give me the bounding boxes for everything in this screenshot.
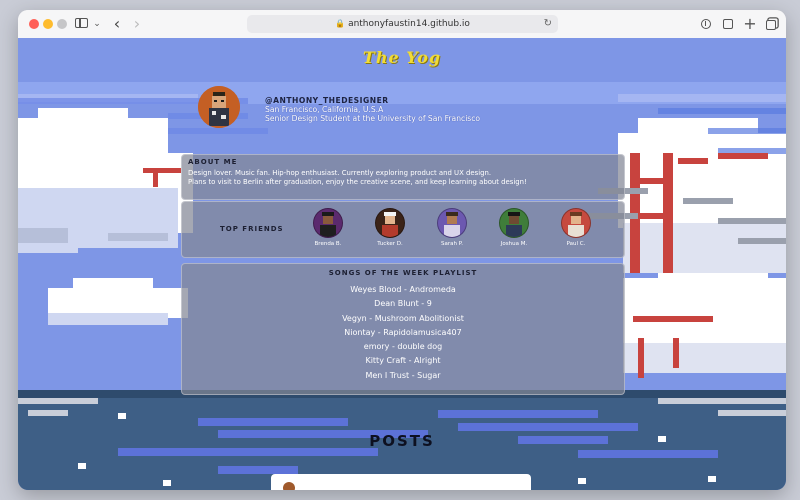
friend-avatar[interactable] (313, 208, 343, 238)
post-author-avatar (283, 482, 295, 490)
download-icon[interactable] (699, 15, 713, 33)
friend-avatar[interactable] (561, 208, 591, 238)
posts-title: POSTS (369, 432, 435, 450)
friend-card[interactable]: Sarah P. (432, 208, 472, 247)
sidebar-toggle-icon[interactable] (74, 15, 90, 33)
about-panel: ABOUT ME Design lover. Music fan. Hip-ho… (181, 154, 625, 200)
about-text: Design lover. Music fan. Hip-hop enthusi… (188, 169, 618, 187)
friend-avatar[interactable] (499, 208, 529, 238)
friend-name[interactable]: Brenda B. (308, 241, 348, 247)
forward-button[interactable]: › (130, 15, 144, 33)
share-icon[interactable] (721, 15, 735, 33)
playlist-song[interactable]: Men I Trust - Sugar (182, 369, 624, 383)
playlist-song[interactable]: emory - double dog (182, 340, 624, 354)
reload-icon[interactable]: ↻ (544, 15, 552, 33)
browser-toolbar: ⌄ ‹ › 🔒 anthonyfaustin14.github.io ↻ + (18, 10, 786, 39)
profile-location: San Francisco, California, U.S.A (265, 105, 384, 114)
site-title[interactable]: The Yog (18, 48, 786, 67)
chevron-down-icon[interactable]: ⌄ (92, 15, 102, 33)
new-tab-button[interactable]: + (743, 15, 757, 33)
friend-name[interactable]: Sarah P. (432, 241, 472, 247)
playlist-song[interactable]: Kitty Craft - Alright (182, 354, 624, 368)
address-bar[interactable]: 🔒 anthonyfaustin14.github.io ↻ (247, 15, 558, 33)
close-window-button[interactable] (29, 19, 39, 29)
friend-name[interactable]: Paul C. (556, 241, 596, 247)
playlist-list: Weyes Blood - Andromeda Dean Blunt - 9 V… (182, 283, 624, 383)
zoom-window-button[interactable] (57, 19, 67, 29)
friend-card[interactable]: Joshua M. (494, 208, 534, 247)
playlist-title: SONGS OF THE WEEK PLAYLIST (328, 269, 478, 277)
friend-avatar[interactable] (375, 208, 405, 238)
address-url: anthonyfaustin14.github.io (348, 19, 470, 29)
top-friends-title: TOP FRIENDS (220, 225, 284, 233)
post-card[interactable] (271, 474, 531, 490)
friend-card[interactable]: Paul C. (556, 208, 596, 247)
playlist-song[interactable]: Weyes Blood - Andromeda (182, 283, 624, 297)
about-line: Plans to visit to Berlin after graduatio… (188, 178, 527, 186)
profile-handle: @ANTHONY_THEDESIGNER (265, 96, 389, 105)
minimize-window-button[interactable] (43, 19, 53, 29)
playlist-panel: SONGS OF THE WEEK PLAYLIST Weyes Blood -… (181, 263, 625, 395)
playlist-song[interactable]: Vegyn - Mushroom Abolitionist (182, 312, 624, 326)
friend-name[interactable]: Tucker D. (370, 241, 410, 247)
profile-role: Senior Design Student at the University … (265, 114, 481, 123)
playlist-song[interactable]: Niontay - Rapidolamusica407 (182, 326, 624, 340)
browser-window: ⌄ ‹ › 🔒 anthonyfaustin14.github.io ↻ + T… (18, 10, 786, 490)
page-viewport: The Yog @ANTHONY_THEDESIGNER San Francis… (18, 38, 786, 490)
profile-avatar (198, 86, 240, 128)
friend-name[interactable]: Joshua M. (494, 241, 534, 247)
tab-overview-icon[interactable] (764, 15, 778, 33)
back-button[interactable]: ‹ (110, 15, 124, 33)
friend-card[interactable]: Brenda B. (308, 208, 348, 247)
profile-info: @ANTHONY_THEDESIGNER San Francisco, Cali… (265, 96, 480, 123)
lock-icon: 🔒 (335, 19, 346, 28)
friend-avatar[interactable] (437, 208, 467, 238)
friend-card[interactable]: Tucker D. (370, 208, 410, 247)
about-title: ABOUT ME (188, 158, 238, 166)
about-line: Design lover. Music fan. Hip-hop enthusi… (188, 169, 492, 177)
playlist-song[interactable]: Dean Blunt - 9 (182, 297, 624, 311)
top-friends-panel: TOP FRIENDS Brenda B. Tucker D. Sarah P. (181, 201, 625, 258)
